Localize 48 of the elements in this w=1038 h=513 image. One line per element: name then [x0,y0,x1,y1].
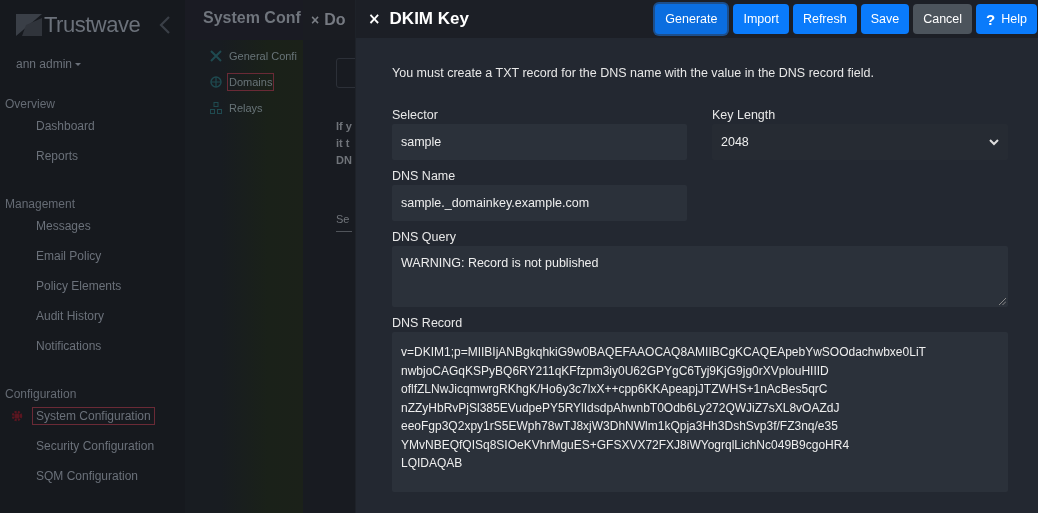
globe-icon [210,76,222,88]
collapse-icon[interactable] [159,16,172,34]
section-heading: Overview [5,97,56,111]
nav-item[interactable]: Notifications [32,337,106,355]
field-label: DNS Record [392,316,464,332]
nav-item[interactable]: Reports [32,147,83,165]
subnav-item[interactable]: Domains [227,73,275,91]
dialog-button[interactable]: Refresh [792,4,857,34]
text-area[interactable]: v=DKIM1;p=MIIBIjANBgkqhkiG9w0BAQEFAAOCAQ8AMIIBCgKCAQEApebYwSOOdachwbxe0LiT nwbjoCAGqKSPyBQ6RY211qKFfzpm3iy0U62GPYgC6Tyj9KjG9jg0rXVplouHIIID oflfZLNwJicqmwrgRKhgK/Ho6y3c7lxX++cpp6KKApeapjJTZWHS+1nAcBes5qrC nZZyHbRvPjSl385EVudpePY5RYlIdsdpAhwnbT0Odb6Ly272QWJiZ7sXL8vOAZdJ eeoFgp3Q2xpy1rS5EWph78wTJ8xjW3DhNWlm1kQpja3Hh3DshSvp3f/FZ3nq/e35 YMvNBEQfQISq8SIOeKVhrMguES+GFSXVX72FXJ8iWYogrqlLichNc049B9cgoHR4 LQIDAQAB [392,332,1008,492]
nodes-icon [210,102,222,114]
field-label: Selector [392,108,439,124]
resize-handle-icon [999,298,1006,305]
subnav-item[interactable]: General Confi [227,47,299,65]
dialog-button[interactable]: ? Help [976,4,1037,34]
page-title: System Conf [185,0,303,40]
dialog-title: DKIM Key [389,9,469,29]
subnav-item[interactable]: Relays [227,99,265,117]
chevron-down-icon [989,138,999,146]
close-button[interactable]: × [368,10,381,28]
dialog-title: Do [324,11,346,29]
dialog-button[interactable]: Import [733,4,789,34]
dialog-button[interactable]: Cancel [913,4,973,34]
dialog-button[interactable]: Generate [655,4,728,34]
user-menu[interactable]: ann admin [16,57,82,71]
nav-item[interactable]: SQM Configuration [32,467,143,485]
logo-icon [16,14,42,36]
close-button[interactable]: × [311,12,320,28]
nav-item[interactable]: System Configuration [32,407,155,425]
instruction-text: You must create a TXT record for the DNS name with the value in the DNS record field. [392,66,875,82]
nav-item[interactable]: Dashboard [32,117,99,135]
input-field[interactable]: sample [392,124,687,160]
nav-item[interactable]: Email Policy [32,247,106,265]
nav-item[interactable]: Messages [32,217,95,235]
field-label: DNS Name [392,169,457,185]
description-text: If y it t DN [336,119,353,168]
field-label: DNS Query [392,230,457,246]
section-heading: Configuration [5,387,78,401]
input-field[interactable]: sample._domainkey.example.com [392,185,687,221]
nav-item[interactable]: Policy Elements [32,277,126,295]
field-label: Key Length [712,108,777,124]
nav-item[interactable]: Audit History [32,307,109,325]
section-heading: Management [5,197,77,211]
gear-icon [11,410,23,422]
logo-text: Trustwave [44,12,141,38]
nav-item[interactable]: Security Configuration [32,437,159,455]
tab[interactable]: Se [336,213,352,232]
dialog-button[interactable]: Save [860,4,910,34]
text-area[interactable]: WARNING: Record is not published [392,246,1008,307]
